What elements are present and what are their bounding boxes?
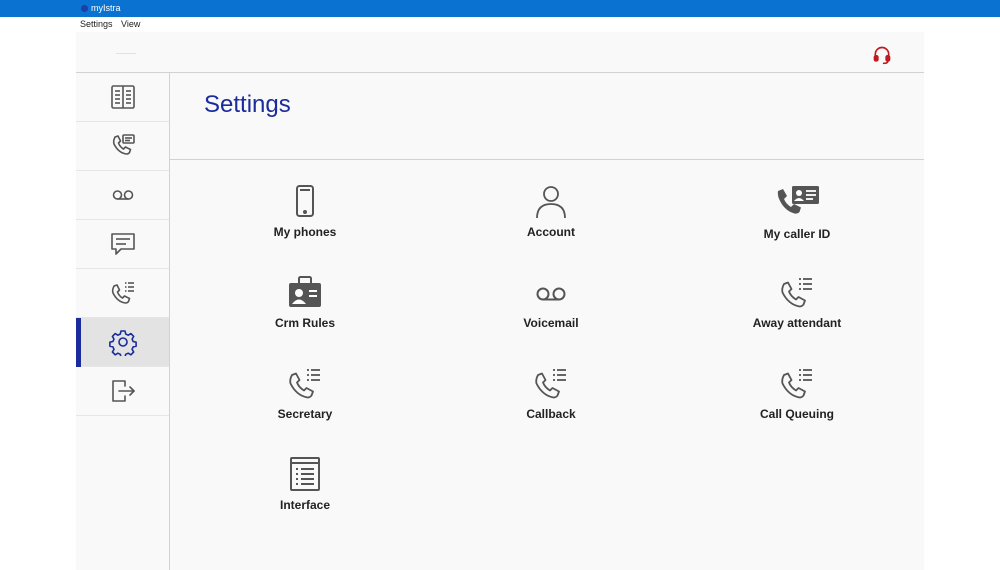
tile-label: My phones — [273, 225, 337, 239]
sidebar — [76, 73, 170, 570]
contacts-book-icon — [110, 85, 135, 109]
menu-bar: Settings View — [0, 17, 1000, 32]
tile-secretary[interactable]: Secretary — [220, 365, 390, 445]
sidebar-item-call-list[interactable] — [76, 269, 169, 318]
tile-label: Away attendant — [752, 316, 842, 330]
window-title: myIstra — [91, 3, 121, 13]
sidebar-item-voicemail[interactable] — [76, 171, 169, 220]
crm-badge-icon — [289, 276, 321, 307]
tile-voicemail[interactable]: Voicemail — [466, 274, 636, 354]
tile-label: Secretary — [277, 407, 333, 421]
phone-list-icon — [781, 278, 812, 308]
tile-label: Voicemail — [523, 316, 579, 330]
phone-list-icon — [781, 369, 812, 399]
top-bar — [76, 32, 924, 73]
header-divider — [170, 159, 924, 160]
tile-label: Callback — [526, 407, 576, 421]
call-list-icon — [111, 282, 134, 304]
tile-account[interactable]: Account — [466, 183, 636, 263]
sidebar-item-settings[interactable] — [76, 318, 169, 367]
phone-list-icon — [535, 369, 566, 399]
top-bar-handle — [116, 53, 136, 54]
app-window: Settings My phones Account My caller ID … — [76, 32, 924, 570]
logout-icon — [111, 380, 135, 402]
tile-label: Crm Rules — [274, 316, 336, 330]
tile-label: Interface — [279, 498, 331, 512]
tile-interface[interactable]: Interface — [220, 457, 390, 537]
menu-view[interactable]: View — [121, 17, 140, 32]
tile-my-phones[interactable]: My phones — [220, 183, 390, 263]
gear-icon — [108, 330, 137, 356]
tile-crm-rules[interactable]: Crm Rules — [220, 274, 390, 354]
form-list-icon — [290, 457, 320, 491]
sidebar-item-contacts[interactable] — [76, 73, 169, 122]
call-history-icon — [112, 134, 135, 155]
caller-id-icon — [777, 186, 819, 214]
tile-label: Call Queuing — [759, 407, 834, 421]
tile-away-attendant[interactable]: Away attendant — [712, 274, 882, 354]
voicemail-icon — [536, 287, 566, 301]
headset-icon[interactable] — [872, 45, 892, 65]
person-icon — [536, 186, 566, 219]
app-icon — [80, 4, 89, 13]
tile-label: My caller ID — [763, 227, 831, 241]
tile-call-queuing[interactable]: Call Queuing — [712, 365, 882, 445]
settings-page: Settings My phones Account My caller ID … — [170, 73, 924, 570]
chat-icon — [110, 233, 135, 255]
menu-settings[interactable]: Settings — [80, 17, 113, 32]
sidebar-item-chat[interactable] — [76, 220, 169, 269]
sidebar-item-logout[interactable] — [76, 367, 169, 416]
tile-label: Account — [527, 225, 575, 239]
smartphone-icon — [296, 185, 314, 217]
sidebar-item-call-history[interactable] — [76, 122, 169, 171]
phone-list-icon — [289, 369, 320, 399]
title-bar: myIstra — [0, 0, 1000, 17]
page-title: Settings — [204, 91, 291, 118]
tile-my-caller-id[interactable]: My caller ID — [712, 183, 882, 263]
tile-callback[interactable]: Callback — [466, 365, 636, 445]
voicemail-icon — [112, 190, 133, 200]
